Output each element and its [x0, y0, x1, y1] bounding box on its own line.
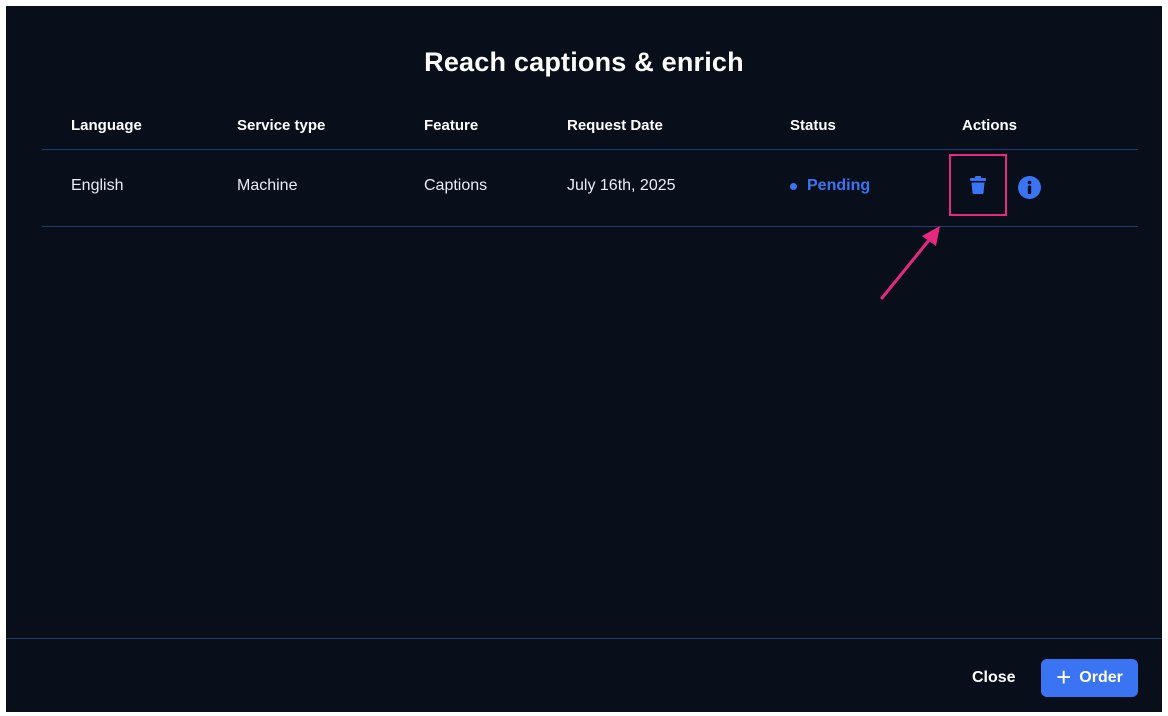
trash-icon: [970, 176, 986, 194]
header-request-date: Request Date: [567, 117, 663, 134]
header-language: Language: [71, 117, 142, 134]
modal-footer: Close + Order: [6, 638, 1162, 713]
highlight-arrow-icon: [880, 226, 940, 300]
header-feature: Feature: [424, 117, 479, 134]
table-header: Language Service type Feature Request Da…: [42, 108, 1138, 150]
cell-service-type: Machine: [237, 177, 298, 194]
plus-icon: +: [1056, 662, 1072, 692]
cell-feature: Captions: [424, 177, 488, 194]
header-actions: Actions: [962, 117, 1018, 134]
cell-language: English: [71, 177, 124, 194]
info-button[interactable]: [1018, 176, 1041, 199]
close-button[interactable]: Close: [972, 669, 1016, 687]
order-button[interactable]: + Order: [1041, 659, 1138, 697]
info-icon: [1018, 176, 1041, 199]
status-dot-icon: [790, 182, 797, 190]
delete-button[interactable]: [949, 154, 1007, 216]
requests-table: Language Service type Feature Request Da…: [42, 108, 1138, 227]
order-button-label: Order: [1079, 669, 1123, 686]
header-service-type: Service type: [237, 117, 326, 134]
status-label: Pending: [807, 177, 871, 194]
modal-title: Reach captions & enrich: [424, 47, 744, 77]
reach-modal: Reach captions & enrich Language Service…: [6, 6, 1162, 712]
cell-request-date: July 16th, 2025: [567, 177, 676, 194]
status-badge: Pending: [790, 177, 870, 195]
header-status: Status: [790, 117, 836, 134]
table-row: English Machine Captions July 16th, 2025…: [42, 150, 1138, 227]
